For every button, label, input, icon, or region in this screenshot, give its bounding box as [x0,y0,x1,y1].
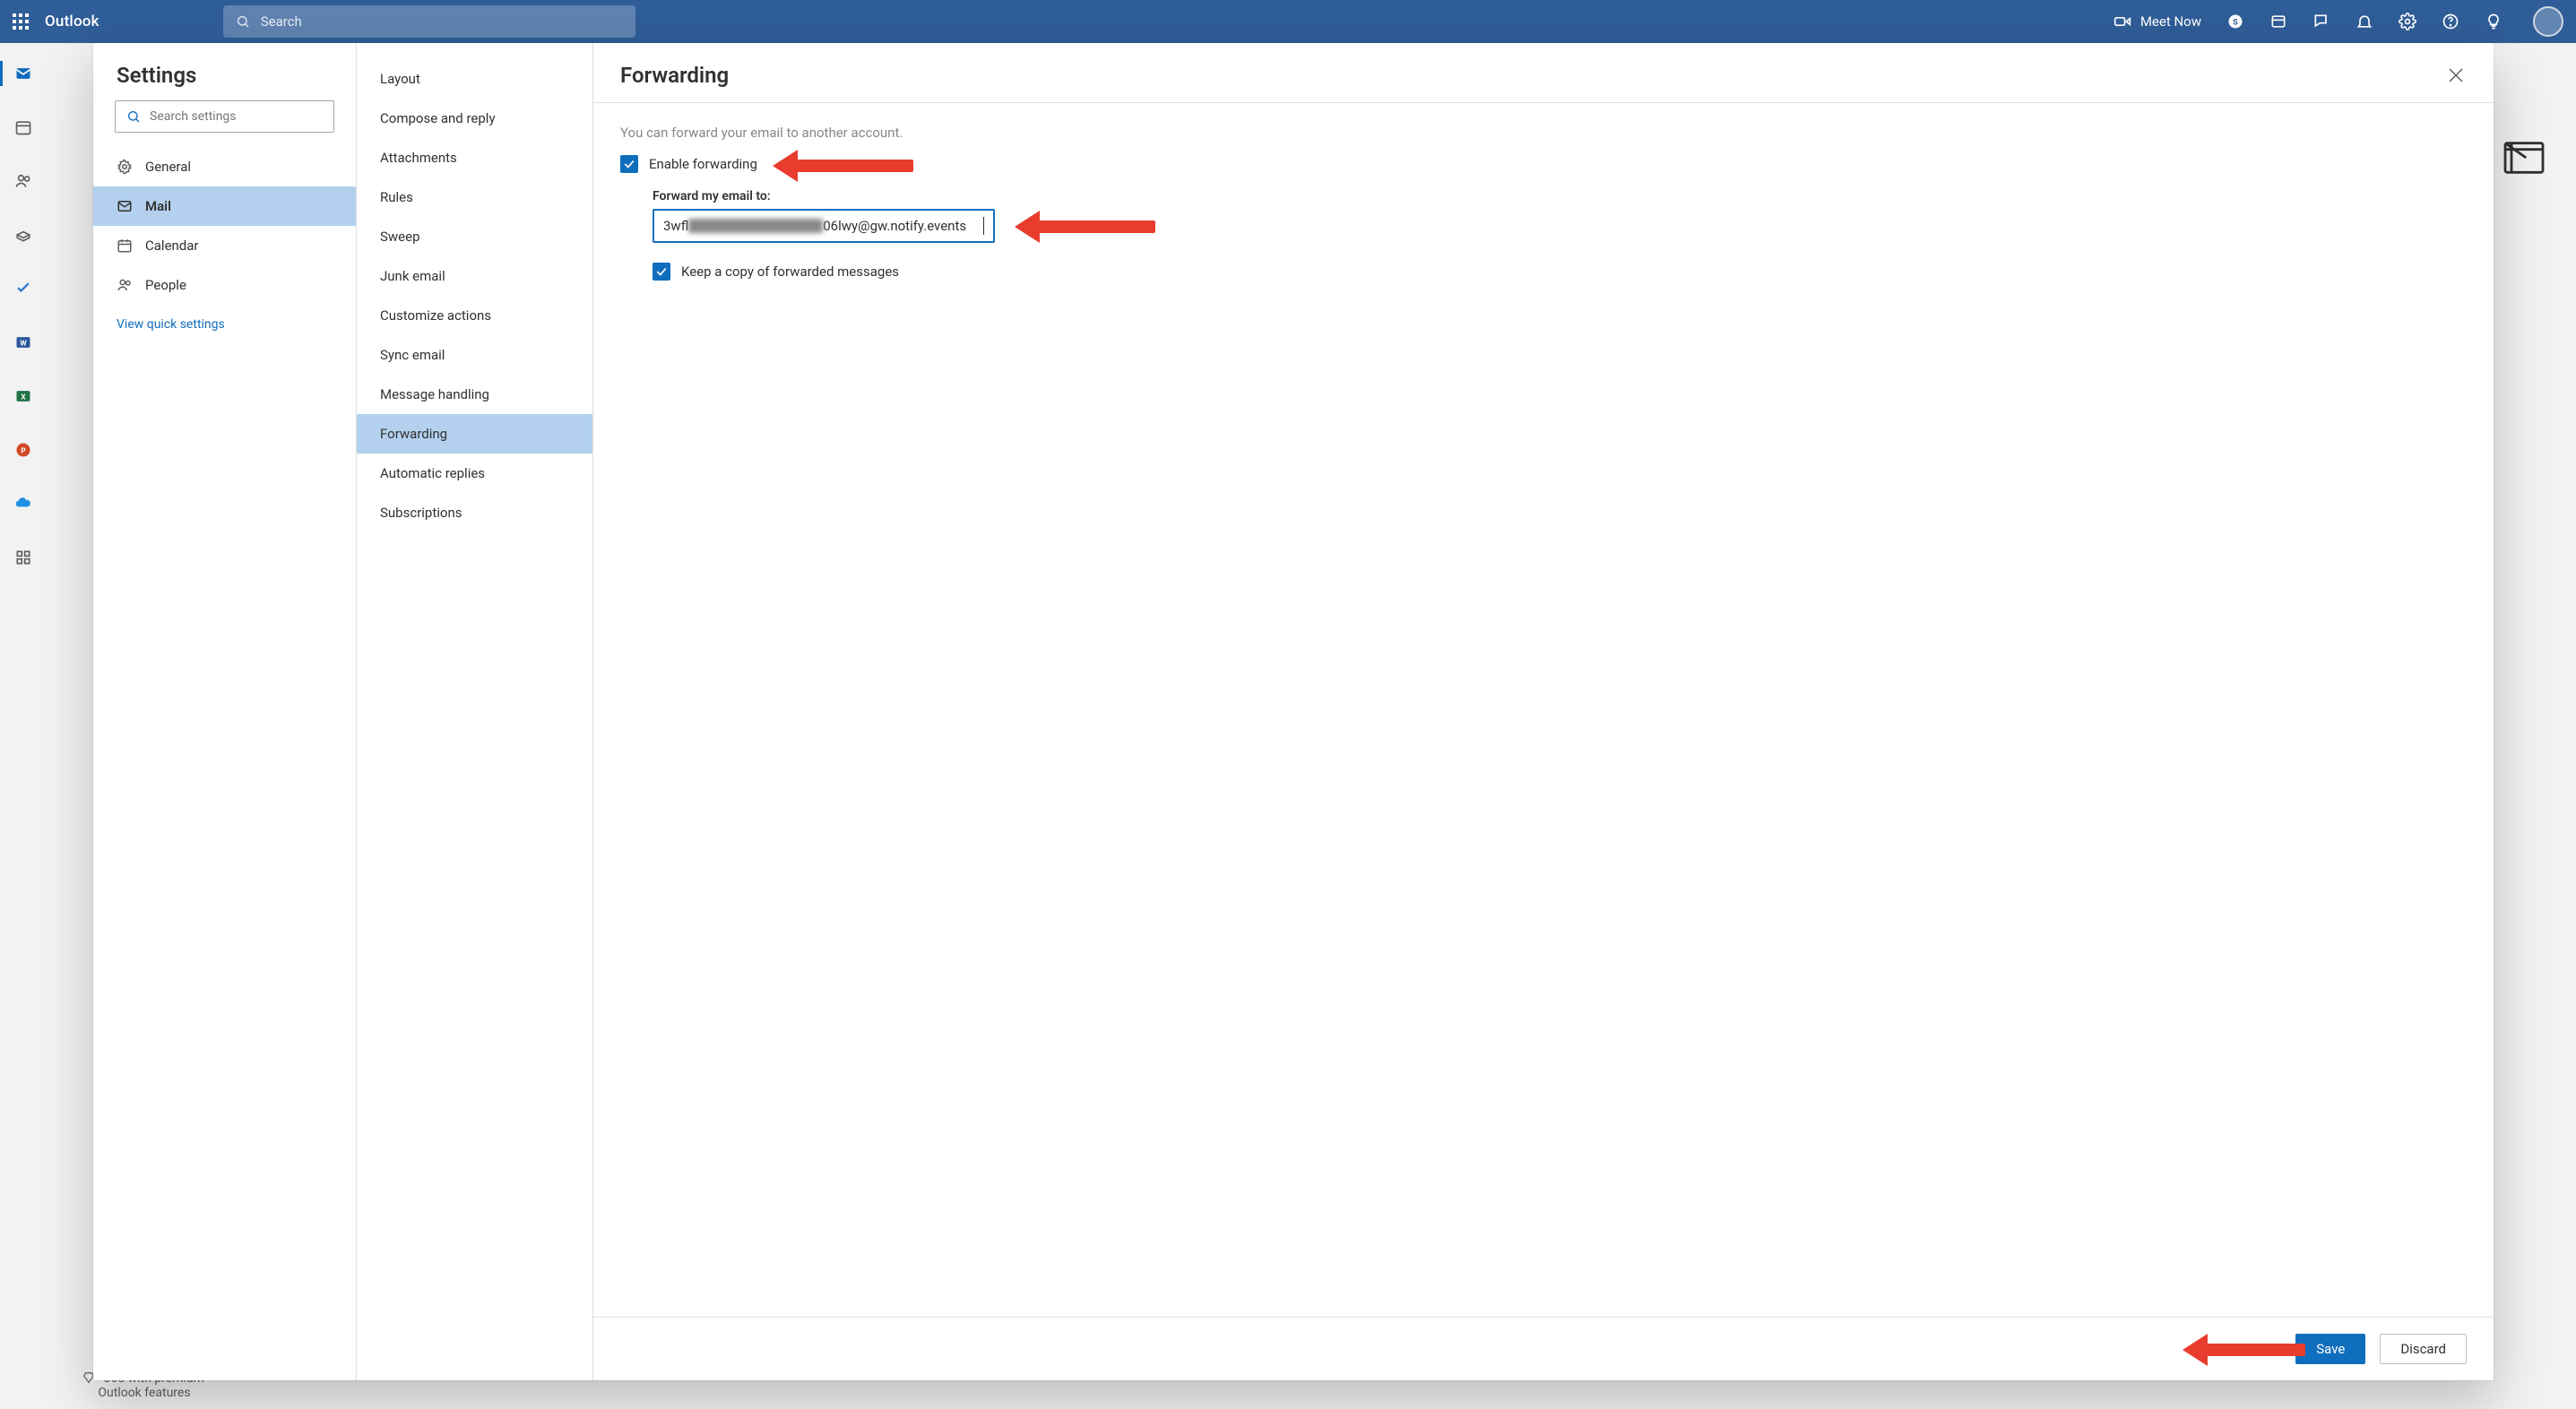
discard-button[interactable]: Discard [2380,1334,2467,1364]
sub-layout[interactable]: Layout [357,59,592,99]
svg-text:S: S [2233,18,2238,27]
rail-word[interactable]: W [0,326,47,359]
check-icon [623,158,635,170]
settings-search[interactable]: Search settings [115,100,334,133]
sub-auto-replies[interactable]: Automatic replies [357,454,592,493]
save-button[interactable]: Save [2295,1334,2365,1364]
panel-title: Forwarding [620,63,729,88]
view-quick-settings-link[interactable]: View quick settings [93,305,356,344]
annotation-arrow [2183,1334,2305,1366]
rail-people[interactable] [0,165,47,197]
redacted-segment [688,219,823,233]
sub-sweep[interactable]: Sweep [357,217,592,256]
search-icon [236,14,250,29]
svg-text:W: W [20,339,27,348]
enable-forwarding-label: Enable forwarding [649,156,757,172]
settings-dialog: Settings Search settings General Mail Ca… [93,43,2494,1380]
mail-icon [117,198,133,214]
teams-icon[interactable] [2269,13,2287,30]
sub-msg-handling[interactable]: Message handling [357,375,592,414]
sub-compose[interactable]: Compose and reply [357,99,592,138]
settings-categories: Settings Search settings General Mail Ca… [93,43,357,1380]
app-launcher-icon[interactable] [13,13,29,30]
global-search[interactable] [223,5,635,38]
tips-icon[interactable] [2485,13,2503,30]
rail-calendar[interactable] [0,111,47,143]
keep-copy-checkbox[interactable] [653,263,670,281]
app-topbar: Outlook Meet Now S [0,0,2576,43]
global-search-input[interactable] [259,13,623,30]
video-icon [2114,13,2131,30]
category-mail[interactable]: Mail [93,186,356,226]
rail-powerpoint[interactable]: P [0,434,47,466]
top-actions: Meet Now S [2114,6,2563,37]
sub-sync[interactable]: Sync email [357,335,592,375]
sub-attachments[interactable]: Attachments [357,138,592,177]
keep-copy-label: Keep a copy of forwarded messages [681,264,899,280]
rail-onedrive[interactable] [0,488,47,520]
rail-excel[interactable]: X [0,380,47,412]
rail-files[interactable] [0,219,47,251]
sub-subscriptions[interactable]: Subscriptions [357,493,592,532]
sub-forwarding[interactable]: Forwarding [357,414,592,454]
svg-text:X: X [21,393,26,402]
sub-rules[interactable]: Rules [357,177,592,217]
search-icon [126,109,141,124]
check-icon [655,265,668,278]
sub-junk[interactable]: Junk email [357,256,592,296]
category-calendar[interactable]: Calendar [93,226,356,265]
people-icon [117,277,133,293]
forward-to-label: Forward my email to: [653,189,2467,203]
rail-more-apps[interactable] [0,541,47,574]
dialog-title: Settings [93,63,356,100]
app-brand: Outlook [45,13,99,30]
help-icon[interactable] [2442,13,2459,30]
account-avatar[interactable] [2533,6,2563,37]
notifications-icon[interactable] [2356,13,2373,30]
gear-icon [117,159,133,175]
meet-now-button[interactable]: Meet Now [2114,13,2201,30]
settings-subcategories: Layout Compose and reply Attachments Rul… [357,43,593,1380]
rail-todo[interactable] [0,272,47,305]
settings-panel: Forwarding You can forward your email to… [593,43,2494,1380]
annotation-arrow [773,150,913,182]
calendar-icon [117,238,133,254]
svg-text:P: P [21,446,26,455]
close-dialog-button[interactable] [2445,65,2467,86]
left-rail: W X P [0,43,47,1409]
category-general[interactable]: General [93,147,356,186]
enable-forwarding-checkbox[interactable] [620,155,638,173]
sub-customize[interactable]: Customize actions [357,296,592,335]
panel-description: You can forward your email to another ac… [620,125,2467,141]
close-icon [2445,65,2467,86]
text-caret [983,217,984,235]
annotation-arrow [1015,211,1155,243]
feedback-icon[interactable] [2312,13,2330,30]
settings-icon[interactable] [2399,13,2416,30]
rail-mail[interactable] [0,57,47,90]
forward-email-input[interactable]: 3wfl 06lwy@gw.notify.events [653,209,995,243]
category-people[interactable]: People [93,265,356,305]
skype-icon[interactable]: S [2226,13,2244,30]
